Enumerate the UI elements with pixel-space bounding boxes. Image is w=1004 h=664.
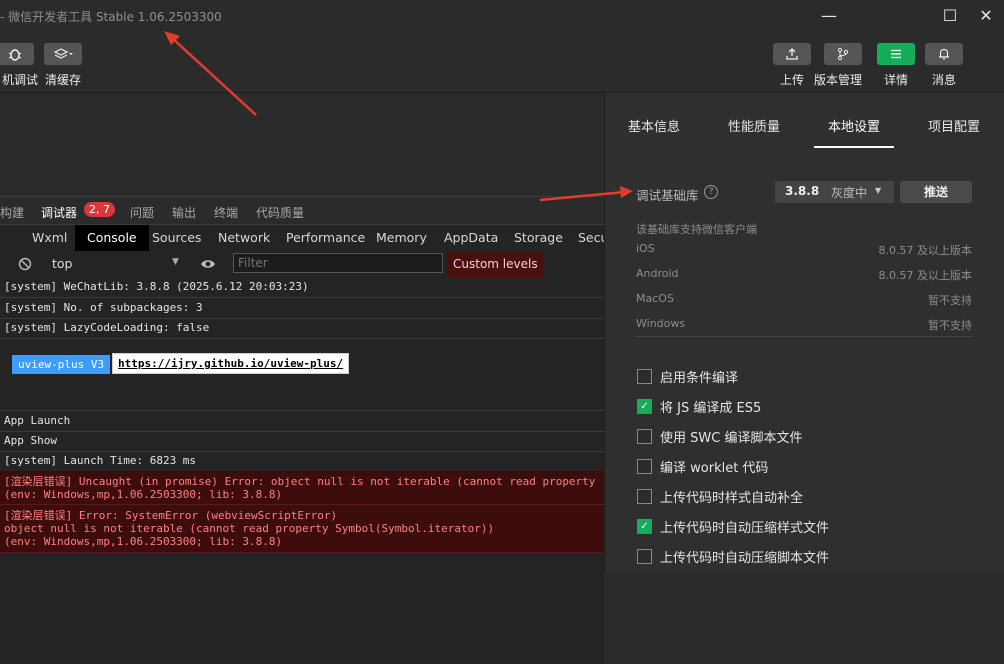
annotation-arrows — [164, 31, 633, 202]
arrowhead-lib — [620, 186, 633, 198]
annotation-arrow-lib — [539, 190, 626, 202]
annotation-arrow-title — [171, 37, 257, 116]
